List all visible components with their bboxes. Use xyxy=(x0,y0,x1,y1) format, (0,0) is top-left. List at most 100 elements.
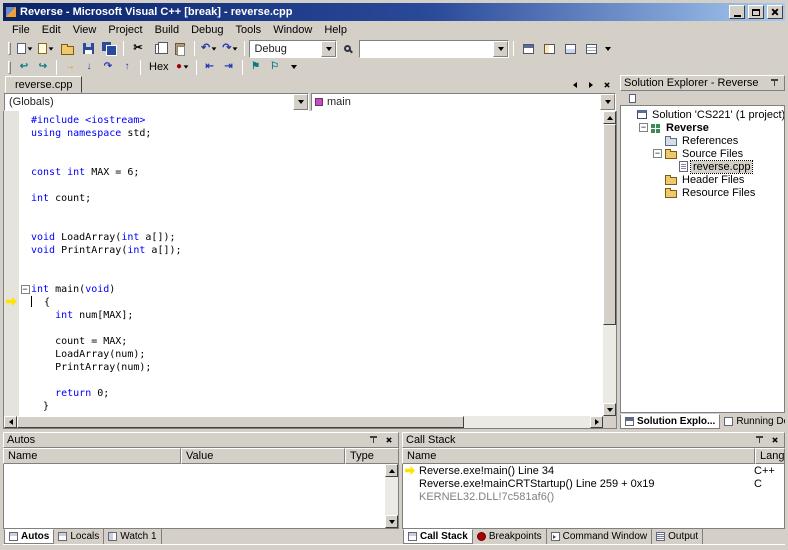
find-combo-dropdown[interactable] xyxy=(493,40,509,57)
next-bookmark-button[interactable]: ⚐ xyxy=(266,60,284,74)
find-button[interactable] xyxy=(338,40,358,58)
members-combo[interactable]: main xyxy=(311,93,616,111)
auto-hide-pin-button[interactable] xyxy=(768,77,781,89)
scroll-track[interactable] xyxy=(385,477,398,515)
scroll-right-button[interactable] xyxy=(590,416,603,428)
autos-column-name[interactable]: Name xyxy=(3,448,181,464)
autos-grid[interactable] xyxy=(3,464,399,529)
paste-button[interactable] xyxy=(170,40,190,58)
show-next-statement-button[interactable]: → xyxy=(61,60,79,74)
minimize-button[interactable] xyxy=(729,5,745,19)
breakpoint-window-button[interactable]: ● xyxy=(174,60,192,74)
toggle-bookmark-button[interactable]: ⚑ xyxy=(247,60,265,74)
members-combo-dropdown[interactable] xyxy=(600,94,615,110)
copy-button[interactable] xyxy=(149,40,169,58)
call-stack-column-name[interactable]: Name xyxy=(402,448,755,464)
class-view-button[interactable] xyxy=(581,40,601,58)
autos-column-value[interactable]: Value xyxy=(181,448,345,464)
tree-item-resource-files[interactable]: Resource Files xyxy=(621,186,784,199)
navigate-forward-button[interactable]: ↪ xyxy=(34,60,52,74)
tree-item-reverse-cpp[interactable]: reverse.cpp xyxy=(621,159,784,174)
menu-edit[interactable]: Edit xyxy=(36,23,67,37)
close-button[interactable] xyxy=(767,5,783,19)
fold-box-icon[interactable]: − xyxy=(20,285,30,294)
undo-button[interactable]: ↶ xyxy=(199,40,219,58)
call-stack-column-lang[interactable]: Lang xyxy=(755,448,785,464)
step-over-button[interactable]: ↷ xyxy=(99,60,117,74)
scroll-down-button[interactable] xyxy=(603,403,616,416)
solution-configurations-dropdown[interactable] xyxy=(321,40,337,57)
app-icon[interactable] xyxy=(5,6,17,18)
restore-button[interactable] xyxy=(748,5,764,19)
toolbar-options-button[interactable] xyxy=(285,60,303,74)
call-stack-frame[interactable]: Reverse.exe!main() Line 34 C++ xyxy=(403,464,784,477)
step-out-button[interactable]: ↑ xyxy=(118,60,136,74)
solution-explorer-button[interactable] xyxy=(518,40,538,58)
menu-file[interactable]: File xyxy=(6,23,36,37)
menu-tools[interactable]: Tools xyxy=(230,23,268,37)
properties-window-button[interactable] xyxy=(539,40,559,58)
close-document-button[interactable] xyxy=(600,78,613,91)
save-all-button[interactable] xyxy=(99,40,119,58)
close-panel-button[interactable] xyxy=(768,434,781,446)
find-combo[interactable] xyxy=(359,39,510,58)
toolbar-grip[interactable] xyxy=(8,42,11,55)
auto-hide-pin-button[interactable] xyxy=(367,434,380,446)
cut-button[interactable]: ✂ xyxy=(128,40,148,58)
code-lines[interactable]: #include <iostream> using namespace std; c… xyxy=(19,111,603,416)
menu-window[interactable]: Window xyxy=(267,23,318,37)
hex-display-button[interactable]: Hex xyxy=(145,60,173,74)
autos-scrollbar[interactable] xyxy=(385,464,398,528)
save-button[interactable] xyxy=(78,40,98,58)
tree-item-solution-cs221-1-project[interactable]: Solution 'CS221' (1 project) xyxy=(621,108,784,121)
call-stack-tab-output[interactable]: Output xyxy=(652,529,704,544)
scroll-down-button[interactable] xyxy=(385,515,398,528)
auto-hide-pin-button[interactable] xyxy=(753,434,766,446)
call-stack-tab-call-stack[interactable]: Call Stack xyxy=(403,529,473,544)
scroll-left-button[interactable] xyxy=(4,416,17,428)
document-tab-reverse-cpp[interactable]: reverse.cpp xyxy=(5,76,83,93)
menu-view[interactable]: View xyxy=(67,23,103,37)
tree-expander-icon[interactable]: − xyxy=(653,149,662,158)
editor-vertical-scrollbar[interactable] xyxy=(603,111,616,416)
scroll-track[interactable] xyxy=(603,124,616,403)
call-stack-tab-breakpoints[interactable]: Breakpoints xyxy=(473,529,547,544)
step-into-button[interactable]: ↓ xyxy=(80,60,98,74)
add-item-button[interactable] xyxy=(36,40,56,58)
types-combo-dropdown[interactable] xyxy=(293,94,308,110)
toolbar-options-button[interactable] xyxy=(602,40,614,58)
toolbar-grip[interactable] xyxy=(8,60,11,74)
menu-project[interactable]: Project xyxy=(102,23,148,37)
horizontal-scroll-thumb[interactable] xyxy=(17,416,464,428)
toolbox-button[interactable] xyxy=(560,40,580,58)
menu-help[interactable]: Help xyxy=(318,23,353,37)
autos-tab-locals[interactable]: Locals xyxy=(54,529,105,544)
scroll-tabs-right-button[interactable] xyxy=(584,78,597,91)
solution-explorer-tab-running-docu[interactable]: Running Docu... xyxy=(720,414,785,429)
call-stack-frame[interactable]: Reverse.exe!mainCRTStartup() Line 259 + … xyxy=(403,477,784,490)
menu-debug[interactable]: Debug xyxy=(185,23,229,37)
scroll-track[interactable] xyxy=(17,416,590,428)
fold-toggle-icon[interactable]: − xyxy=(19,283,31,296)
scroll-tabs-left-button[interactable] xyxy=(568,78,581,91)
code-editor[interactable]: #include <iostream> using namespace std; c… xyxy=(4,111,616,416)
solution-configurations-combo[interactable]: Debug xyxy=(249,39,338,58)
editor-horizontal-scrollbar[interactable] xyxy=(4,416,603,428)
tree-item-references[interactable]: References xyxy=(621,134,784,147)
tree-expander-icon[interactable]: − xyxy=(639,123,648,132)
tree-item-reverse[interactable]: − Reverse xyxy=(621,121,784,134)
close-panel-button[interactable] xyxy=(382,434,395,446)
increase-indent-button[interactable]: ⇥ xyxy=(220,60,238,74)
autos-tab-autos[interactable]: Autos xyxy=(4,529,55,544)
vertical-scroll-thumb[interactable] xyxy=(603,124,616,325)
redo-button[interactable]: ↷ xyxy=(220,40,240,58)
call-stack-tab-command-window[interactable]: Command Window xyxy=(547,529,653,544)
scroll-up-button[interactable] xyxy=(603,111,616,124)
navigate-backward-button[interactable]: ↩ xyxy=(15,60,33,74)
call-stack-frame[interactable]: KERNEL32.DLL!7c581af6() xyxy=(403,490,784,503)
solution-explorer-tab-solution-explo[interactable]: Solution Explo... xyxy=(620,414,721,429)
types-combo[interactable]: (Globals) xyxy=(4,93,309,111)
new-file-button[interactable] xyxy=(15,40,35,58)
tree-item-header-files[interactable]: Header Files xyxy=(621,173,784,186)
decrease-indent-button[interactable]: ⇤ xyxy=(201,60,219,74)
